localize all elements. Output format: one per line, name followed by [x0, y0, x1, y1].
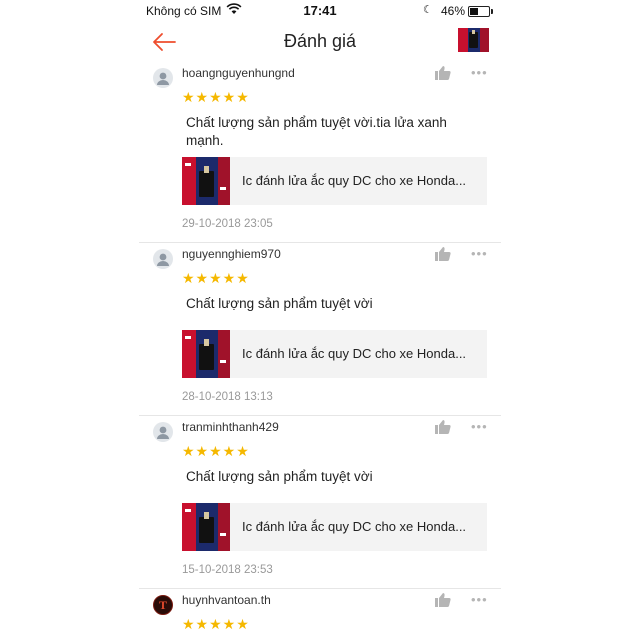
star-rating: ★★★★★	[182, 443, 250, 459]
avatar: T	[153, 595, 173, 615]
review-date: 28-10-2018 13:13	[182, 391, 273, 403]
more-options-icon[interactable]: •••	[471, 246, 488, 261]
star-rating: ★★★★★	[182, 616, 250, 632]
more-options-icon[interactable]: •••	[471, 65, 488, 80]
product-name: Ic đánh lửa ắc quy DC cho xe Honda...	[242, 519, 467, 534]
thumbs-up-icon[interactable]	[435, 593, 451, 607]
review-comment: Chất lượng sản phẩm tuyệt vời.tia lửa xa…	[186, 115, 447, 148]
star-rating: ★★★★★	[182, 89, 250, 105]
product-image	[182, 503, 230, 551]
username: huynhvantoan.th	[182, 593, 271, 607]
avatar	[153, 249, 173, 269]
review-comment: Chất lượng sản phẩm tuyệt vời	[186, 296, 373, 311]
review-item: tranminhthanh429 ••• ★★★★★ Chất lượng sả…	[139, 416, 501, 589]
review-list: hoangnguyenhungnd ••• ★★★★★ Chất lượng s…	[139, 62, 501, 640]
product-image	[182, 157, 230, 205]
more-options-icon[interactable]: •••	[471, 419, 488, 434]
product-name: Ic đánh lửa ắc quy DC cho xe Honda...	[242, 173, 467, 188]
thumbs-up-icon[interactable]	[435, 420, 451, 434]
thumbs-up-icon[interactable]	[435, 247, 451, 261]
username: tranminhthanh429	[182, 420, 279, 434]
status-bar: Không có SIM 17:41 ☾ 46%	[139, 0, 501, 22]
product-card[interactable]: Ic đánh lửa ắc quy DC cho xe Honda...	[182, 157, 487, 205]
review-comment: Chất lượng sản phẩm tuyệt vời	[186, 469, 373, 484]
review-item: T huynhvantoan.th ••• ★★★★★	[139, 589, 501, 640]
username: hoangnguyenhungnd	[182, 66, 295, 80]
avatar	[153, 68, 173, 88]
product-card[interactable]: Ic đánh lửa ắc quy DC cho xe Honda...	[182, 503, 487, 551]
page-title: Đánh giá	[283, 31, 357, 51]
battery-icon	[468, 6, 493, 17]
do-not-disturb-icon: ☾	[423, 4, 433, 16]
product-image	[182, 330, 230, 378]
review-item: nguyennghiem970 ••• ★★★★★ Chất lượng sản…	[139, 243, 501, 416]
product-card[interactable]: Ic đánh lửa ắc quy DC cho xe Honda...	[182, 330, 487, 378]
battery-percent: 46%	[441, 4, 466, 18]
star-rating: ★★★★★	[182, 270, 250, 286]
avatar	[153, 422, 173, 442]
more-options-icon[interactable]: •••	[471, 592, 488, 607]
username: nguyennghiem970	[182, 247, 281, 261]
reviews-screen: Không có SIM 17:41 ☾ 46% Đánh giá hoangn…	[139, 0, 501, 640]
thumbs-up-icon[interactable]	[435, 66, 451, 80]
review-date: 29-10-2018 23:05	[182, 218, 273, 230]
nav-bar: Đánh giá	[139, 22, 501, 62]
product-thumbnail[interactable]	[458, 28, 489, 52]
review-date: 15-10-2018 23:53	[182, 564, 273, 576]
battery-level	[470, 8, 478, 15]
product-name: Ic đánh lửa ắc quy DC cho xe Honda...	[242, 346, 467, 361]
review-item: hoangnguyenhungnd ••• ★★★★★ Chất lượng s…	[139, 62, 501, 243]
